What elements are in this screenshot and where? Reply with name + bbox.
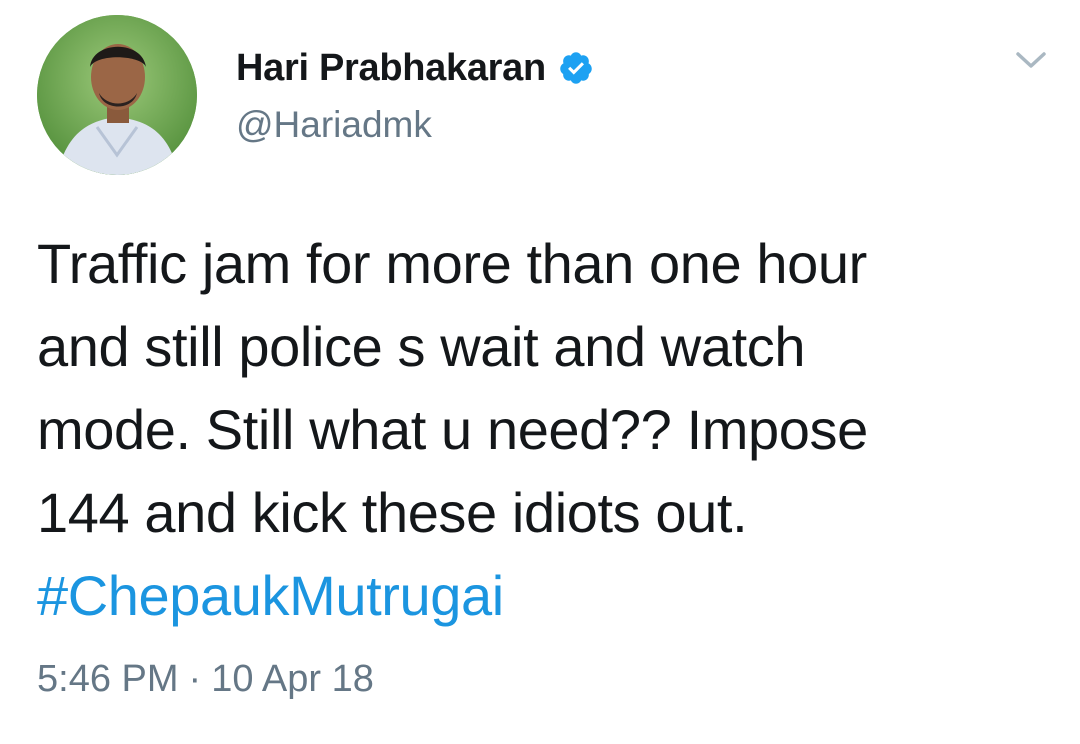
avatar[interactable] xyxy=(37,15,197,175)
meta-separator: · xyxy=(188,658,202,700)
author-display-name[interactable]: Hari Prabhakaran xyxy=(236,47,546,90)
tweet-text-line: 144 and kick these idiots out. xyxy=(37,481,748,544)
tweet-text-line: and still police s wait and watch xyxy=(37,315,806,378)
profile-photo-icon xyxy=(37,15,197,175)
tweet-date: 10 Apr 18 xyxy=(211,658,374,700)
author-handle[interactable]: @Hariadmk xyxy=(236,104,432,146)
verified-badge-icon xyxy=(558,50,594,86)
tweet-time: 5:46 PM xyxy=(37,658,179,700)
tweet-text-line: Traffic jam for more than one hour xyxy=(37,232,867,295)
tweet-text: Traffic jam for more than one hour and s… xyxy=(37,222,1047,637)
author-name-row: Hari Prabhakaran xyxy=(236,44,594,92)
hashtag-link[interactable]: #ChepaukMutrugai xyxy=(37,564,504,627)
tweet-card: Hari Prabhakaran @Hariadmk Traffic jam f… xyxy=(0,0,1080,744)
chevron-down-icon[interactable] xyxy=(1012,44,1050,76)
tweet-timestamp[interactable]: 5:46 PM · 10 Apr 18 xyxy=(37,658,374,701)
tweet-text-line: mode. Still what u need?? Impose xyxy=(37,398,868,461)
